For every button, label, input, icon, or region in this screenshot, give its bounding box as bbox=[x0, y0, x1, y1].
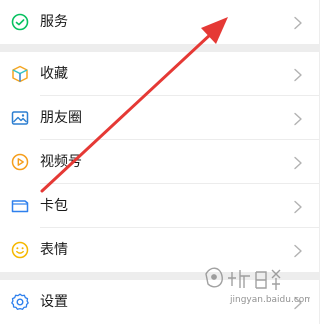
svg-text:jingyan.baidu.com: jingyan.baidu.com bbox=[229, 295, 310, 305]
watermark-logo: jingyan.baidu.com bbox=[205, 267, 310, 305]
